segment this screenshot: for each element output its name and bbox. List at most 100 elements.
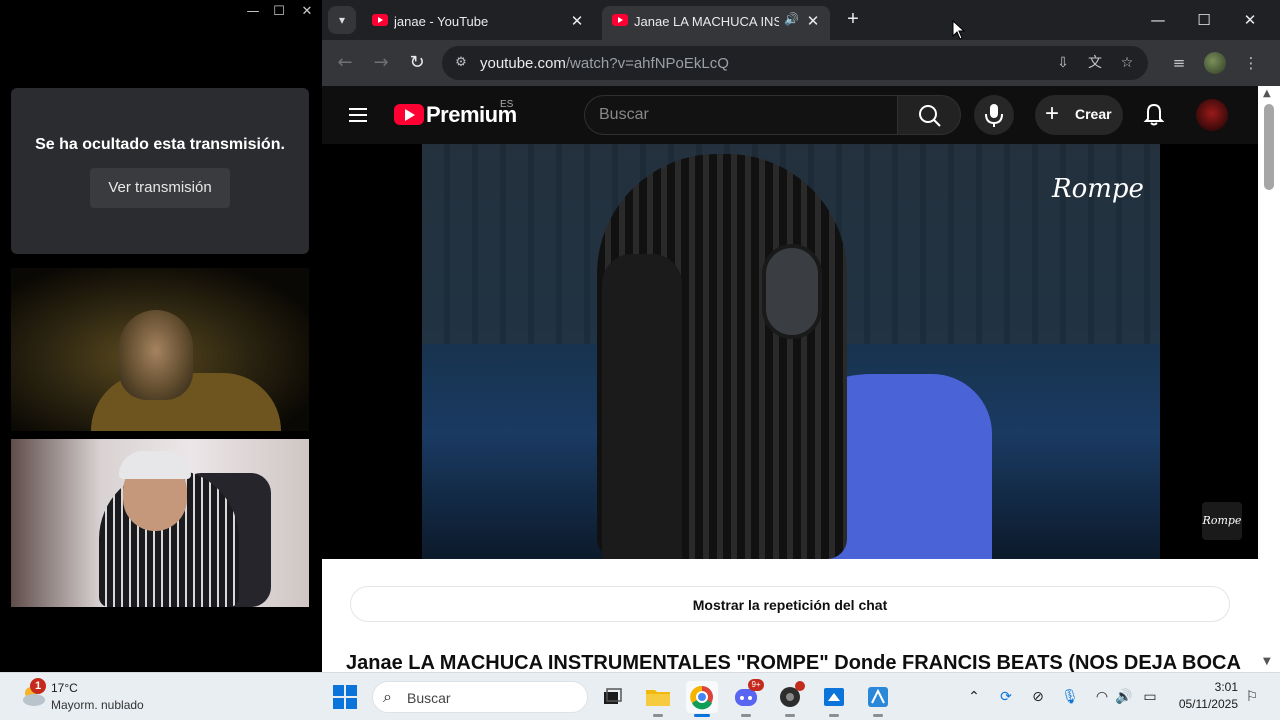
youtube-favicon-icon — [612, 14, 628, 26]
webcam-feed-1 — [11, 268, 309, 431]
show-chat-replay-button[interactable]: Mostrar la repetición del chat — [350, 586, 1230, 622]
close-button[interactable]: ✕ — [296, 2, 318, 22]
close-button[interactable]: ✕ — [1236, 8, 1264, 32]
address-bar[interactable]: ⚙ youtube.com/watch?v=ahfNPoEkLcQ ⇩ 文 ☆ — [442, 46, 1148, 80]
chevron-up-icon[interactable]: ⌃ — [964, 687, 984, 707]
scrollbar-thumb[interactable] — [1264, 104, 1274, 190]
weather-badge: 1 — [30, 678, 46, 694]
youtube-favicon-icon — [372, 14, 388, 26]
voice-search-button[interactable] — [974, 95, 1014, 135]
search-input[interactable]: Buscar — [584, 95, 898, 135]
chrome-icon[interactable] — [686, 681, 718, 717]
discord-badge: 9+ — [748, 679, 764, 691]
maximize-button[interactable]: ☐ — [268, 2, 290, 22]
search-button[interactable] — [897, 95, 961, 135]
show-stream-button[interactable]: Ver transmisión — [90, 168, 230, 208]
menu-kebab-icon[interactable]: ⋮ — [1240, 52, 1262, 74]
tab-janae-youtube[interactable]: janae - YouTube ✕ — [362, 6, 594, 40]
notifications-button[interactable] — [1140, 100, 1168, 128]
microphone-icon[interactable]: 🎙 — [1060, 687, 1080, 707]
youtube-logo-icon[interactable] — [394, 104, 424, 125]
taskbar-search-placeholder: Buscar — [407, 690, 451, 706]
tab-title: janae - YouTube — [394, 14, 489, 29]
url-path: /watch?v=ahfNPoEkLcQ — [565, 55, 729, 72]
hidden-stream-message: Se ha ocultado esta transmisión. — [35, 136, 285, 153]
notification-dot — [795, 681, 805, 691]
create-button[interactable]: + Crear — [1035, 95, 1123, 135]
plus-icon: + — [1045, 100, 1060, 127]
discord-icon[interactable]: 9+ — [730, 679, 764, 717]
scroll-down-arrow-icon[interactable]: ▼ — [1263, 656, 1271, 667]
weather-description[interactable]: Mayorm. nublado — [51, 698, 144, 712]
wifi-icon[interactable]: ◠ — [1092, 687, 1112, 707]
tab-close-icon[interactable]: ✕ — [568, 12, 586, 30]
browser-toolbar: ← → ↻ ⚙ youtube.com/watch?v=ahfNPoEkLcQ … — [322, 40, 1280, 86]
microphone-icon — [985, 104, 1003, 127]
minimize-button[interactable]: — — [1144, 8, 1172, 32]
install-app-icon[interactable]: ⇩ — [1054, 54, 1072, 72]
browser-window: ▾ janae - YouTube ✕ Janae LA MACHUCA INS… — [322, 0, 1280, 672]
scroll-up-arrow-icon[interactable]: ▲ — [1263, 88, 1271, 99]
translate-icon[interactable]: 文 — [1086, 54, 1104, 72]
maximize-button[interactable]: ☐ — [1190, 8, 1218, 32]
webcam-person-cap — [119, 451, 191, 479]
new-tab-button[interactable]: + — [842, 8, 864, 30]
app-icon-store[interactable] — [862, 681, 894, 717]
volume-icon[interactable]: 🔊 — [1114, 687, 1134, 707]
task-view-icon[interactable] — [596, 681, 628, 713]
video-title: Janae LA MACHUCA INSTRUMENTALES "ROMPE" … — [346, 652, 1241, 672]
bookmark-star-icon[interactable]: ☆ — [1118, 54, 1136, 72]
windows-start-icon[interactable] — [333, 685, 357, 709]
forward-button[interactable]: → — [370, 52, 392, 74]
minimize-button[interactable]: — — [242, 2, 264, 22]
video-frame[interactable]: Rompe — [422, 144, 1160, 559]
notifications-icon[interactable]: ⚐ — [1242, 687, 1262, 707]
tab-janae-la-machuca[interactable]: Janae LA MACHUCA INSTRUMENTALES 🔊 ✕ — [602, 6, 830, 40]
windows-taskbar: 1 17°C Mayorm. nublado ⌕ Buscar 9+ ⌃ ⟳ ⊘… — [0, 672, 1280, 720]
youtube-page: Premium ES Buscar + Crear Rompe Rompe Mo… — [322, 86, 1258, 672]
video-player[interactable]: Rompe Rompe — [322, 144, 1258, 559]
webcam-person-face — [119, 310, 193, 400]
weather-temperature[interactable]: 17°C — [51, 681, 78, 695]
tab-search-button[interactable]: ▾ — [328, 6, 356, 34]
youtube-header: Premium ES Buscar + Crear — [322, 86, 1258, 144]
clock-date[interactable]: 05/11/2025 — [1170, 697, 1238, 711]
region-code: ES — [500, 99, 514, 110]
clock-time[interactable]: 3:01 — [1182, 680, 1238, 694]
url-text[interactable]: youtube.com/watch?v=ahfNPoEkLcQ — [480, 55, 729, 72]
media-control-icon[interactable]: ≡ — [1168, 52, 1190, 74]
tab-close-icon[interactable]: ✕ — [804, 12, 822, 30]
battery-icon[interactable]: ▭ — [1140, 687, 1160, 707]
mouse-cursor-icon — [952, 20, 966, 40]
sync-icon[interactable]: ⟳ — [996, 687, 1016, 707]
search-icon: ⌕ — [383, 687, 392, 706]
left-window-titlebar: — ☐ ✕ — [0, 0, 320, 24]
url-host: youtube.com — [480, 55, 566, 72]
user-avatar[interactable] — [1196, 99, 1228, 131]
audio-playing-icon[interactable]: 🔊 — [784, 12, 799, 26]
tab-strip: ▾ janae - YouTube ✕ Janae LA MACHUCA INS… — [322, 0, 1280, 40]
headphones — [762, 244, 822, 339]
search-placeholder: Buscar — [599, 106, 649, 123]
tab-title: Janae LA MACHUCA INSTRUMENTALES — [634, 14, 779, 29]
hamburger-menu-icon[interactable] — [346, 103, 370, 127]
rompe-logo: Rompe — [1052, 174, 1144, 204]
taskbar-search-input[interactable]: ⌕ Buscar — [372, 681, 588, 713]
profile-avatar[interactable] — [1204, 52, 1226, 74]
hidden-stream-card: Se ha ocultado esta transmisión. Ver tra… — [11, 88, 309, 254]
back-button[interactable]: ← — [334, 52, 356, 74]
bell-icon — [1143, 103, 1165, 126]
file-explorer-icon[interactable] — [642, 681, 674, 717]
channel-watermark[interactable]: Rompe — [1202, 502, 1242, 540]
webcam-feed-2 — [11, 439, 309, 607]
create-label: Crear — [1075, 106, 1112, 122]
left-window: — ☐ ✕ Se ha ocultado esta transmisión. V… — [0, 0, 320, 672]
wifi-off-icon[interactable]: ⊘ — [1028, 687, 1048, 707]
studio-microphone — [602, 254, 682, 559]
page-scrollbar[interactable]: ▲ ▼ — [1258, 86, 1280, 672]
app-icon-blue[interactable] — [818, 681, 850, 717]
app-icon-dark[interactable] — [774, 681, 806, 717]
site-info-icon[interactable]: ⚙ — [452, 54, 470, 72]
reload-button[interactable]: ↻ — [406, 52, 428, 74]
search-icon — [919, 105, 941, 127]
